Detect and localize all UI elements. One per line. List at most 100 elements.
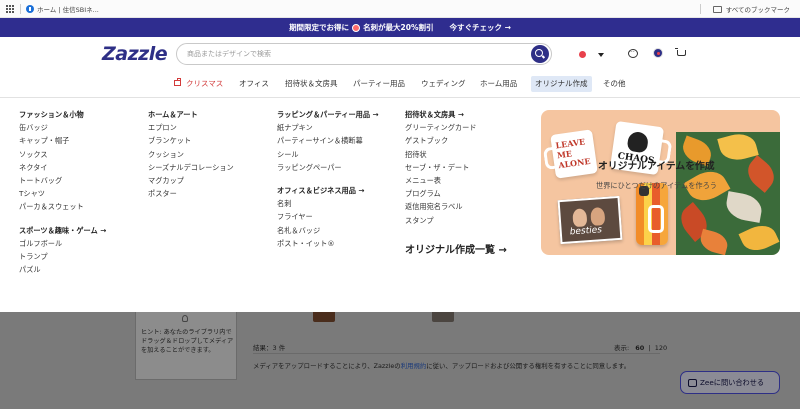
menu-item[interactable]: シーズナルデコレーション bbox=[148, 161, 234, 174]
lightbulb-icon bbox=[182, 315, 188, 322]
menu-item[interactable]: ゲストブック bbox=[405, 134, 476, 147]
hint-text: ヒント: あなたのライブラリ内でドラッグ＆ドロップしてメディアを加えることができ… bbox=[141, 329, 234, 354]
menu-gap bbox=[277, 174, 379, 184]
menu-item[interactable]: パーカ＆スウェット bbox=[19, 200, 106, 213]
menu-heading-office[interactable]: オフィス＆ビジネス用品 → bbox=[277, 184, 379, 197]
promo-text-right: 名刺が最大20%割引 bbox=[363, 23, 434, 32]
menu-item[interactable]: クッション bbox=[148, 148, 234, 161]
folder-icon bbox=[712, 5, 722, 13]
chevron-down-icon[interactable] bbox=[598, 53, 604, 57]
promo-cta[interactable]: 今すぐチェック → bbox=[450, 22, 511, 33]
menu-item[interactable]: パズル bbox=[19, 263, 106, 276]
menu-item[interactable]: パーティーサイン＆横断幕 bbox=[277, 134, 379, 147]
menu-item[interactable]: スタンプ bbox=[405, 214, 476, 227]
menu-item[interactable]: ラッピングペーパー bbox=[277, 161, 379, 174]
terms-link[interactable]: 利用規約 bbox=[401, 362, 427, 370]
face-left bbox=[572, 208, 588, 228]
nav-item-invitations[interactable]: 招待状＆文房具 bbox=[281, 76, 342, 92]
gift-icon bbox=[174, 78, 181, 86]
menu-item[interactable]: フライヤー bbox=[277, 210, 379, 223]
menu-item[interactable]: 招待状 bbox=[405, 148, 476, 161]
menu-heading-stationery[interactable]: 招待状＆文房具 → bbox=[405, 108, 476, 121]
menu-item[interactable]: トランプ bbox=[19, 250, 106, 263]
promo-banner[interactable]: 期間限定でお得に 名刺が最大20%割引 今すぐチェック → bbox=[0, 18, 800, 37]
menu-item[interactable]: 缶バッジ bbox=[19, 121, 106, 134]
menu-item[interactable]: グリーティングカード bbox=[405, 121, 476, 134]
bookmarks-divider bbox=[20, 4, 21, 14]
bank-favicon-icon bbox=[26, 5, 34, 13]
mug1-text: LEAVE ME ALONE bbox=[554, 136, 592, 171]
upload-consent-text: メディアをアップロードすることにより、Zazzleの利用規約に従い、アップロード… bbox=[253, 361, 630, 370]
zazzle-logo[interactable]: Zazzle bbox=[102, 43, 168, 65]
search-icon[interactable] bbox=[531, 45, 549, 63]
menu-item[interactable]: 返信用宛名ラベル bbox=[405, 200, 476, 213]
menu-item[interactable]: セーブ・ザ・デート bbox=[405, 161, 476, 174]
cart-icon[interactable] bbox=[675, 48, 686, 56]
menu-heading-wrapping[interactable]: ラッピング＆パーティー用品 → bbox=[277, 108, 379, 121]
menu-heading-home-art[interactable]: ホーム＆アート bbox=[148, 108, 234, 121]
menu-item[interactable]: トートバッグ bbox=[19, 174, 106, 187]
promo-subtitle: 世界にひとつだけのアイテムを作ろう bbox=[596, 181, 717, 190]
bookmark-item[interactable]: ホーム | 住信SBIネ... bbox=[26, 3, 99, 15]
consent-post: に従い、アップロードおよび公開する権利を有することに同意します。 bbox=[426, 362, 631, 370]
menu-item[interactable]: マグカップ bbox=[148, 174, 234, 187]
mega-menu: ファッション＆小物 缶バッジ キャップ・帽子 ソックス ネクタイ トートバッグ … bbox=[0, 97, 800, 312]
promo-title[interactable]: オリジナルアイテムを作成 bbox=[598, 158, 715, 172]
nav-item-wedding[interactable]: ウェディング bbox=[417, 76, 469, 92]
zee-contact-button[interactable]: Zeeに問い合わせる bbox=[680, 371, 780, 394]
leaf bbox=[741, 155, 780, 193]
nav-item-create[interactable]: オリジナル作成 bbox=[531, 76, 592, 92]
menu-item[interactable]: 紙ナプキン bbox=[277, 121, 379, 134]
all-create-link[interactable]: オリジナル作成一覧 → bbox=[405, 241, 507, 256]
chat-icon[interactable] bbox=[628, 47, 638, 58]
menu-item[interactable]: シール bbox=[277, 148, 379, 161]
per-page-selector: 表示: 60 | 120 bbox=[614, 342, 667, 352]
phone-case bbox=[636, 183, 668, 245]
site-header: Zazzle bbox=[0, 37, 800, 73]
account-icon[interactable] bbox=[653, 48, 663, 58]
menu-item[interactable]: Tシャツ bbox=[19, 187, 106, 200]
nav-item-home[interactable]: ホーム用品 bbox=[476, 76, 521, 92]
leaf bbox=[738, 219, 780, 255]
menu-item[interactable]: ブランケット bbox=[148, 134, 234, 147]
japan-flag-icon[interactable] bbox=[579, 51, 586, 58]
menu-item[interactable]: ソックス bbox=[19, 148, 106, 161]
chat-bubble-icon bbox=[688, 378, 697, 387]
per-page-60[interactable]: 60 bbox=[635, 344, 644, 352]
media-thumbnail[interactable] bbox=[313, 312, 335, 322]
menu-item[interactable]: ネクタイ bbox=[19, 161, 106, 174]
menu-item[interactable]: プログラム bbox=[405, 187, 476, 200]
menu-item[interactable]: ポスト・イット® bbox=[277, 237, 379, 250]
per-page-separator: | bbox=[648, 344, 651, 352]
zee-label: Zeeに問い合わせる bbox=[700, 377, 765, 387]
apps-grid-icon[interactable] bbox=[6, 5, 14, 13]
leaf-pillow bbox=[676, 132, 780, 255]
photo-print: besties bbox=[557, 195, 623, 245]
menu-item[interactable]: 名札＆バッジ bbox=[277, 224, 379, 237]
search-input[interactable] bbox=[187, 47, 517, 61]
media-thumbnail[interactable] bbox=[432, 312, 454, 322]
menu-column-fashion: ファッション＆小物 缶バッジ キャップ・帽子 ソックス ネクタイ トートバッグ … bbox=[19, 108, 106, 276]
menu-column-home-art: ホーム＆アート エプロン ブランケット クッション シーズナルデコレーション マ… bbox=[148, 108, 234, 200]
menu-item[interactable]: キャップ・帽子 bbox=[19, 134, 106, 147]
menu-heading-sports[interactable]: スポーツ＆趣味・ゲーム → bbox=[19, 224, 106, 237]
menu-column-wrapping: ラッピング＆パーティー用品 → 紙ナプキン パーティーサイン＆横断幕 シール ラ… bbox=[277, 108, 379, 250]
menu-item[interactable]: 名刺 bbox=[277, 197, 379, 210]
menu-item[interactable]: ゴルフボール bbox=[19, 237, 106, 250]
menu-item[interactable]: エプロン bbox=[148, 121, 234, 134]
menu-item[interactable]: メニュー表 bbox=[405, 174, 476, 187]
mug-leave-me-alone: LEAVE ME ALONE bbox=[550, 129, 598, 179]
nav-item-party[interactable]: パーティー用品 bbox=[349, 76, 409, 92]
nav-item-more[interactable]: その他 bbox=[599, 76, 630, 92]
menu-column-stationery: 招待状＆文房具 → グリーティングカード ゲストブック 招待状 セーブ・ザ・デー… bbox=[405, 108, 476, 227]
content-divider bbox=[253, 353, 660, 354]
leaf bbox=[724, 191, 764, 223]
nav-item-christmas[interactable]: クリスマス bbox=[170, 76, 227, 92]
menu-heading-fashion[interactable]: ファッション＆小物 bbox=[19, 108, 106, 121]
leaf bbox=[697, 228, 731, 255]
nav-item-office[interactable]: オフィス bbox=[235, 76, 273, 92]
all-bookmarks[interactable]: すべてのブックマーク bbox=[699, 3, 790, 15]
per-page-120[interactable]: 120 bbox=[655, 344, 667, 352]
bookmark-label: ホーム | 住信SBIネ... bbox=[37, 6, 99, 14]
menu-item[interactable]: ポスター bbox=[148, 187, 234, 200]
